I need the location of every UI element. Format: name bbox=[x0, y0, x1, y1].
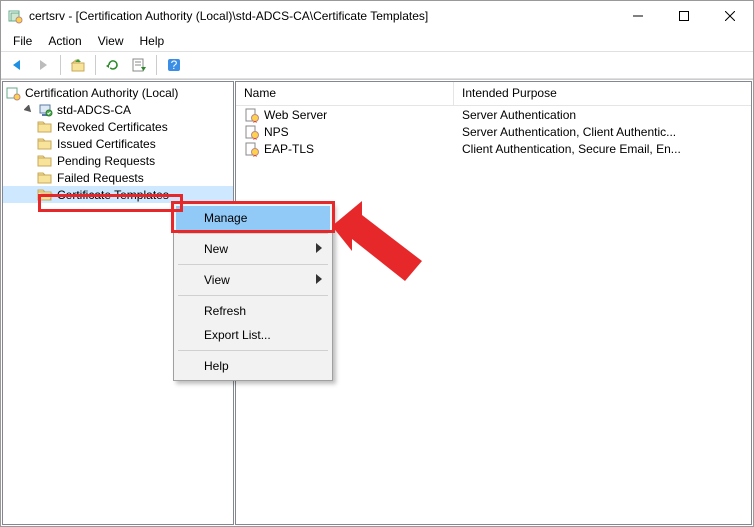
certificate-icon bbox=[244, 124, 260, 140]
refresh-button[interactable] bbox=[101, 53, 125, 77]
folder-open-icon bbox=[37, 187, 53, 203]
ctx-manage-label: Manage bbox=[204, 211, 247, 225]
ctx-manage[interactable]: Manage bbox=[176, 206, 330, 230]
context-menu: Manage New View Refresh Export List... H… bbox=[173, 203, 333, 381]
back-button[interactable] bbox=[5, 53, 29, 77]
cell-purpose: Client Authentication, Secure Email, En.… bbox=[454, 142, 751, 156]
tree-failed[interactable]: Failed Requests bbox=[3, 169, 233, 186]
ctx-separator bbox=[178, 350, 328, 351]
ctx-help[interactable]: Help bbox=[176, 354, 330, 378]
ctx-new[interactable]: New bbox=[176, 237, 330, 261]
list-row[interactable]: NPS Server Authentication, Client Authen… bbox=[236, 123, 751, 140]
server-icon bbox=[37, 102, 53, 118]
app-icon bbox=[7, 8, 23, 24]
tree-templates[interactable]: Certificate Templates bbox=[3, 186, 233, 203]
cell-purpose: Server Authentication, Client Authentic.… bbox=[454, 125, 751, 139]
tree-ca[interactable]: std-ADCS-CA bbox=[3, 101, 233, 118]
certificate-icon bbox=[244, 107, 260, 123]
column-purpose[interactable]: Intended Purpose bbox=[454, 82, 751, 105]
close-button[interactable] bbox=[707, 1, 753, 31]
tree-root[interactable]: Certification Authority (Local) bbox=[3, 84, 233, 101]
help-button[interactable]: ? bbox=[162, 53, 186, 77]
tree-pending[interactable]: Pending Requests bbox=[3, 152, 233, 169]
tree-issued[interactable]: Issued Certificates bbox=[3, 135, 233, 152]
tree-failed-label: Failed Requests bbox=[55, 171, 146, 185]
tree-ca-label: std-ADCS-CA bbox=[55, 103, 133, 117]
forward-button[interactable] bbox=[31, 53, 55, 77]
ctx-export[interactable]: Export List... bbox=[176, 323, 330, 347]
certificate-icon bbox=[244, 141, 260, 157]
ctx-separator bbox=[178, 295, 328, 296]
svg-text:?: ? bbox=[171, 58, 178, 72]
list-row[interactable]: EAP-TLS Client Authentication, Secure Em… bbox=[236, 140, 751, 157]
column-name[interactable]: Name bbox=[236, 82, 454, 105]
up-button[interactable] bbox=[66, 53, 90, 77]
window-title: certsrv - [Certification Authority (Loca… bbox=[25, 9, 615, 23]
ctx-help-label: Help bbox=[204, 359, 229, 373]
tree-root-label: Certification Authority (Local) bbox=[23, 86, 180, 100]
window-frame: certsrv - [Certification Authority (Loca… bbox=[1, 1, 753, 526]
ctx-separator bbox=[178, 264, 328, 265]
tree-revoked-label: Revoked Certificates bbox=[55, 120, 170, 134]
ca-root-icon bbox=[5, 85, 21, 101]
menu-view[interactable]: View bbox=[90, 32, 132, 50]
menu-action[interactable]: Action bbox=[40, 32, 89, 50]
menu-file[interactable]: File bbox=[5, 32, 40, 50]
toolbar: ? bbox=[1, 51, 753, 79]
cell-name: Web Server bbox=[264, 108, 327, 122]
folder-icon bbox=[37, 119, 53, 135]
minimize-button[interactable] bbox=[615, 1, 661, 31]
window-controls bbox=[615, 1, 753, 31]
submenu-arrow-icon bbox=[316, 273, 322, 287]
collapse-icon[interactable] bbox=[21, 105, 37, 115]
maximize-button[interactable] bbox=[661, 1, 707, 31]
title-bar[interactable]: certsrv - [Certification Authority (Loca… bbox=[1, 1, 753, 31]
tree-revoked[interactable]: Revoked Certificates bbox=[3, 118, 233, 135]
ctx-export-label: Export List... bbox=[204, 328, 271, 342]
ctx-view[interactable]: View bbox=[176, 268, 330, 292]
ctx-refresh[interactable]: Refresh bbox=[176, 299, 330, 323]
menu-help[interactable]: Help bbox=[132, 32, 173, 50]
tree-pending-label: Pending Requests bbox=[55, 154, 157, 168]
submenu-arrow-icon bbox=[316, 242, 322, 256]
tree-issued-label: Issued Certificates bbox=[55, 137, 158, 151]
toolbar-separator bbox=[60, 55, 61, 75]
toolbar-separator bbox=[156, 55, 157, 75]
folder-icon bbox=[37, 136, 53, 152]
cell-name: NPS bbox=[264, 125, 289, 139]
ctx-refresh-label: Refresh bbox=[204, 304, 246, 318]
ctx-view-label: View bbox=[204, 273, 230, 287]
export-button[interactable] bbox=[127, 53, 151, 77]
cell-purpose: Server Authentication bbox=[454, 108, 751, 122]
menu-bar: File Action View Help bbox=[1, 31, 753, 51]
folder-icon bbox=[37, 153, 53, 169]
ctx-new-label: New bbox=[204, 242, 228, 256]
content-area: Certification Authority (Local) bbox=[1, 79, 753, 526]
ctx-separator bbox=[178, 233, 328, 234]
folder-icon bbox=[37, 170, 53, 186]
tree-templates-label: Certificate Templates bbox=[55, 188, 171, 202]
list-header: Name Intended Purpose bbox=[236, 82, 751, 106]
cell-name: EAP-TLS bbox=[264, 142, 314, 156]
list-row[interactable]: Web Server Server Authentication bbox=[236, 106, 751, 123]
toolbar-separator bbox=[95, 55, 96, 75]
